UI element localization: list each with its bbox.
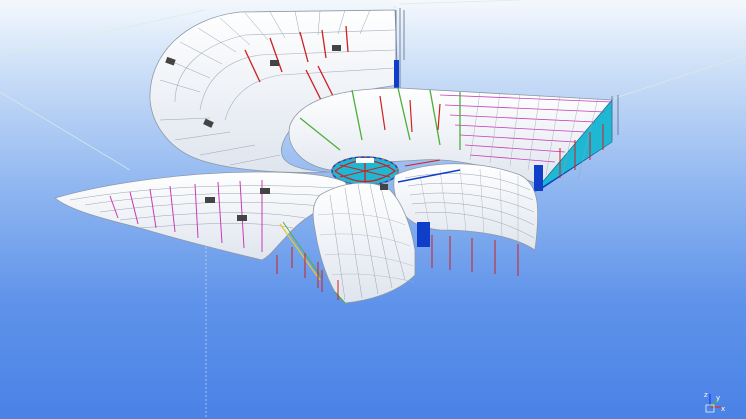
axis-x-label: x bbox=[721, 405, 726, 413]
roof-hatch-plate bbox=[270, 60, 279, 66]
support-beam bbox=[534, 165, 543, 191]
3d-model-viewport[interactable]: x y z bbox=[0, 0, 746, 419]
roof-hatch-plate bbox=[237, 215, 247, 221]
roof-hatch-plate bbox=[205, 197, 215, 203]
roof-hatch-plate bbox=[260, 188, 270, 194]
axis-triad-icon[interactable]: x y z bbox=[702, 391, 726, 415]
support-column bbox=[394, 60, 399, 90]
ring-node-plate bbox=[356, 158, 374, 163]
roof-petal-front-left[interactable] bbox=[54, 171, 356, 288]
support-column bbox=[417, 222, 430, 247]
model-canvas[interactable] bbox=[0, 0, 746, 419]
roof-hatch-plate bbox=[380, 184, 388, 190]
axis-y-label: y bbox=[716, 394, 721, 402]
axis-z-label: z bbox=[704, 391, 708, 399]
roof-hatch-plate bbox=[332, 45, 341, 51]
